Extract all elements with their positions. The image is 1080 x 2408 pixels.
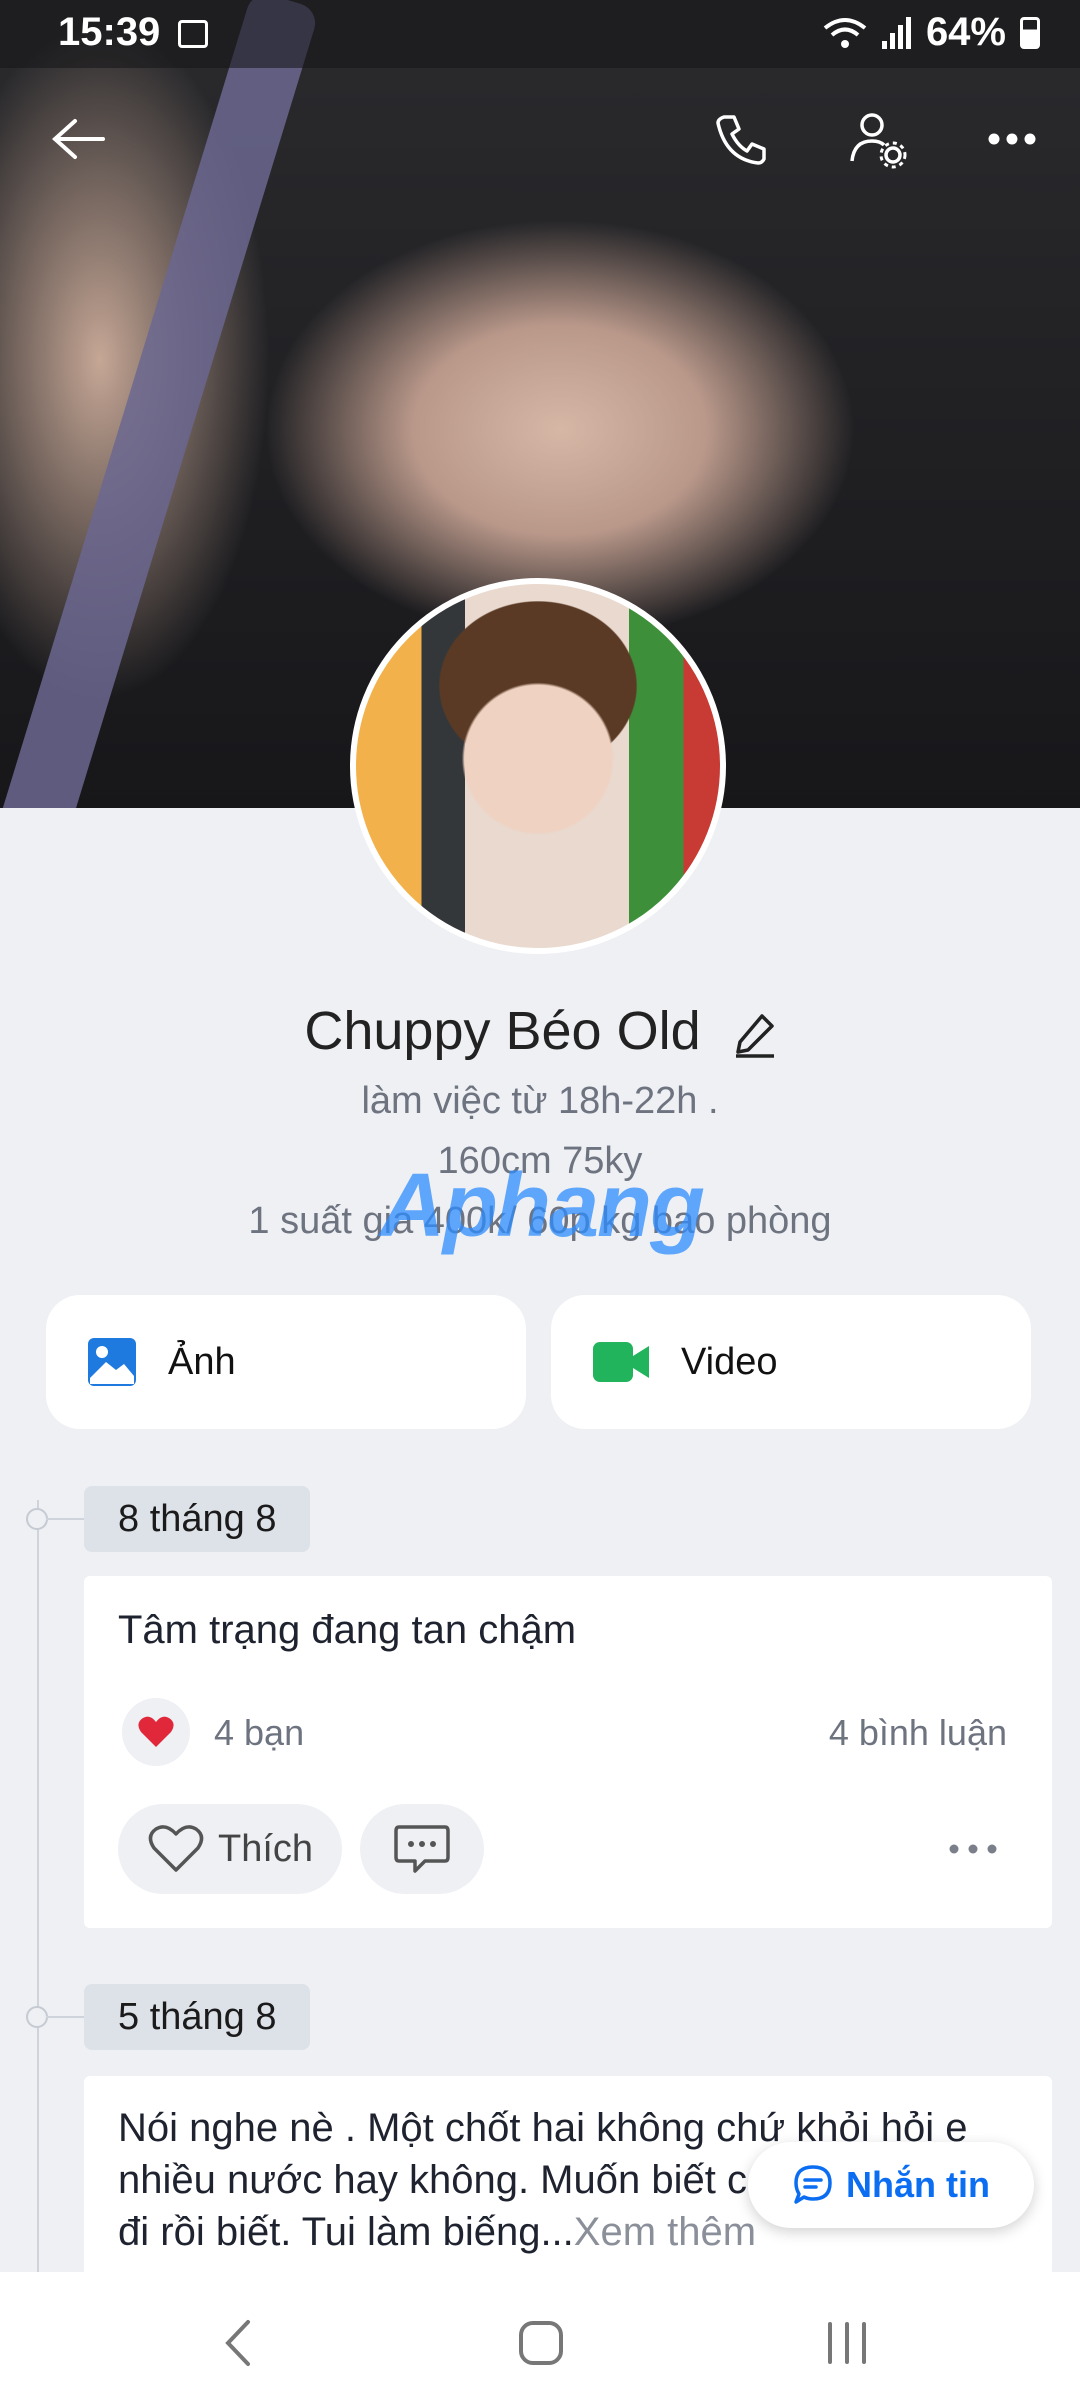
reaction-count[interactable]: 4 bạn: [214, 1712, 304, 1754]
profile-name: Chuppy Béo Old: [304, 1001, 701, 1061]
more-options-button[interactable]: [972, 104, 1052, 174]
gallery-notification-icon: [178, 20, 208, 48]
nav-back-icon: [225, 2320, 250, 2366]
timeline-line: [37, 1500, 39, 2280]
profile-settings-button[interactable]: [838, 104, 918, 174]
signal-icon: [881, 16, 911, 49]
comment-bubble-icon: [394, 1825, 450, 1873]
post-text-line-2[interactable]: nhiều nước hay không. Muốn biết c: [118, 2154, 747, 2206]
like-button[interactable]: Thích: [118, 1804, 342, 1894]
photos-label: Ảnh: [168, 1340, 236, 1383]
back-arrow-icon: [52, 119, 105, 159]
more-horizontal-icon: [988, 133, 1036, 145]
wifi-icon: [823, 17, 867, 48]
see-more-link[interactable]: Xem thêm: [574, 2210, 756, 2254]
nav-home-icon: [519, 2321, 563, 2365]
user-settings-icon: [850, 113, 907, 169]
call-button[interactable]: [702, 104, 782, 174]
avatar[interactable]: [350, 578, 726, 954]
edit-pencil-icon[interactable]: [734, 1012, 776, 1058]
post-date-chip: 8 tháng 8: [84, 1486, 311, 1552]
post-text[interactable]: Tâm trạng đang tan chậm: [118, 1604, 576, 1656]
system-nav-bar: [0, 2272, 1080, 2408]
heart-reaction-icon: [122, 1698, 190, 1766]
photo-gallery-icon: [88, 1338, 136, 1386]
post-date-chip: 5 tháng 8: [84, 1984, 311, 2050]
phone-icon: [716, 115, 766, 165]
battery-icon: [1020, 16, 1040, 49]
chat-bubble-icon: [794, 2165, 832, 2204]
nav-back-button[interactable]: [222, 2318, 254, 2373]
nav-recents-button[interactable]: [824, 2320, 870, 2371]
nav-home-button[interactable]: [518, 2320, 564, 2371]
profile-name-row: Chuppy Béo Old: [0, 1000, 1080, 1062]
watermark: Aphang: [380, 1156, 705, 1256]
post-more-button[interactable]: [948, 1842, 998, 1860]
video-label: Video: [681, 1340, 778, 1383]
video-button[interactable]: Video: [551, 1295, 1031, 1429]
nav-recents-icon: [828, 2322, 866, 2364]
bio-line-1: làm việc từ 18h-22h .: [361, 1080, 719, 1122]
photos-button[interactable]: Ảnh: [46, 1295, 526, 1429]
message-label: Nhắn tin: [846, 2164, 990, 2205]
post-text-line-3[interactable]: đi rồi biết. Tui làm biếng...Xem thêm: [118, 2206, 756, 2258]
timeline-dot: [26, 2006, 48, 2028]
timeline-dot: [26, 1508, 48, 1530]
status-time: 15:39: [58, 10, 161, 54]
more-horizontal-icon: [949, 1844, 997, 1854]
back-button[interactable]: [38, 104, 118, 174]
status-bar: 15:39 64%: [0, 0, 1080, 68]
heart-outline-icon: [148, 1825, 204, 1872]
timeline-connector: [46, 2016, 86, 2018]
comment-count[interactable]: 4 bình luận: [829, 1712, 1007, 1754]
battery-percent: 64%: [925, 10, 1006, 54]
post-text-line-3-text: đi rồi biết. Tui làm biếng...: [118, 2210, 574, 2254]
status-right: 64%: [822, 10, 1040, 55]
video-camera-icon: [593, 1342, 649, 1382]
timeline-connector: [46, 1518, 86, 1520]
like-label: Thích: [218, 1827, 314, 1870]
comment-button[interactable]: [360, 1804, 484, 1894]
message-button[interactable]: Nhắn tin: [748, 2142, 1034, 2228]
